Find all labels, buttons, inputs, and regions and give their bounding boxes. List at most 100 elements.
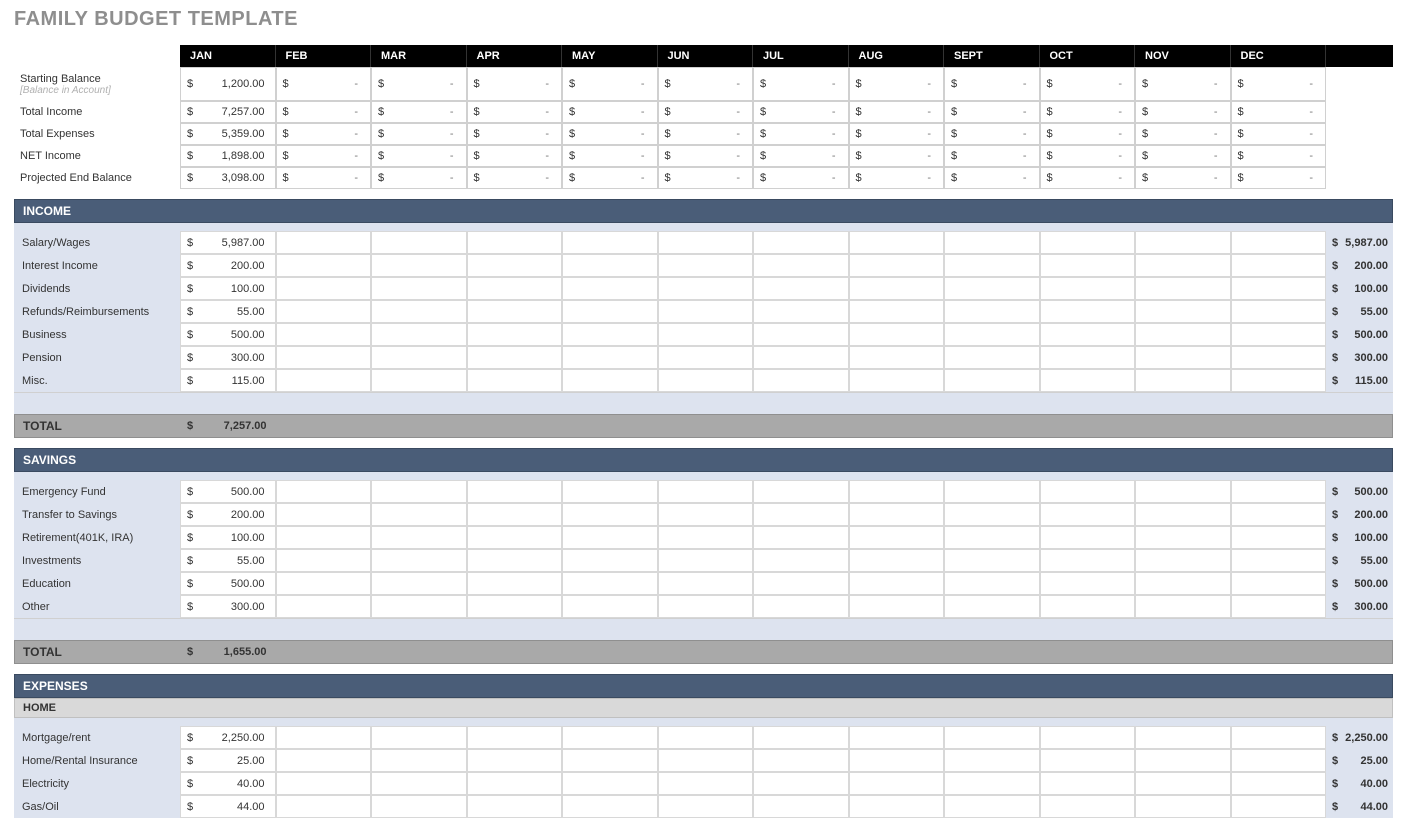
summary-cell[interactable]: $- [1135, 101, 1231, 123]
detail-cell[interactable] [1040, 480, 1136, 503]
detail-cell[interactable] [944, 795, 1040, 818]
detail-cell[interactable] [1040, 795, 1136, 818]
detail-cell[interactable] [849, 726, 945, 749]
detail-cell[interactable] [1231, 300, 1327, 323]
detail-cell[interactable] [849, 549, 945, 572]
detail-cell[interactable] [944, 749, 1040, 772]
detail-cell[interactable] [753, 323, 849, 346]
detail-cell[interactable] [467, 772, 563, 795]
summary-cell[interactable]: $- [467, 101, 563, 123]
detail-cell[interactable] [944, 300, 1040, 323]
detail-cell[interactable] [276, 323, 372, 346]
detail-cell[interactable] [658, 795, 754, 818]
summary-cell[interactable]: $- [849, 145, 945, 167]
detail-cell[interactable] [658, 231, 754, 254]
detail-cell[interactable] [371, 549, 467, 572]
detail-cell[interactable] [276, 503, 372, 526]
detail-cell[interactable] [1135, 795, 1231, 818]
detail-cell[interactable] [1135, 749, 1231, 772]
detail-cell[interactable]: $100.00 [180, 277, 276, 300]
detail-cell[interactable] [467, 323, 563, 346]
detail-cell[interactable] [371, 772, 467, 795]
detail-cell[interactable] [276, 231, 372, 254]
summary-cell[interactable]: $- [1135, 67, 1231, 101]
detail-cell[interactable] [562, 480, 658, 503]
summary-cell[interactable]: $- [849, 123, 945, 145]
detail-cell[interactable] [944, 323, 1040, 346]
detail-cell[interactable] [467, 346, 563, 369]
detail-cell[interactable] [1135, 254, 1231, 277]
detail-cell[interactable] [1040, 772, 1136, 795]
detail-cell[interactable] [467, 369, 563, 392]
detail-cell[interactable] [658, 595, 754, 618]
detail-cell[interactable] [1231, 726, 1327, 749]
detail-cell[interactable] [1231, 254, 1327, 277]
detail-cell[interactable] [944, 369, 1040, 392]
detail-cell[interactable] [562, 254, 658, 277]
detail-cell[interactable] [753, 795, 849, 818]
detail-cell[interactable] [849, 277, 945, 300]
detail-cell[interactable] [1231, 277, 1327, 300]
detail-cell[interactable] [944, 480, 1040, 503]
summary-cell[interactable]: $- [753, 67, 849, 101]
summary-cell[interactable]: $- [944, 101, 1040, 123]
summary-cell[interactable]: $1,200.00 [180, 67, 276, 101]
detail-cell[interactable] [658, 323, 754, 346]
detail-cell[interactable] [276, 346, 372, 369]
detail-cell[interactable] [1135, 526, 1231, 549]
detail-cell[interactable] [1135, 549, 1231, 572]
detail-cell[interactable] [753, 549, 849, 572]
summary-cell[interactable]: $- [658, 123, 754, 145]
detail-cell[interactable] [276, 572, 372, 595]
detail-cell[interactable] [658, 772, 754, 795]
detail-cell[interactable] [658, 300, 754, 323]
summary-cell[interactable]: $- [849, 67, 945, 101]
summary-cell[interactable]: $5,359.00 [180, 123, 276, 145]
detail-cell[interactable] [753, 503, 849, 526]
detail-cell[interactable] [1135, 346, 1231, 369]
summary-cell[interactable]: $3,098.00 [180, 167, 276, 189]
detail-cell[interactable] [1040, 323, 1136, 346]
detail-cell[interactable] [371, 572, 467, 595]
detail-cell[interactable] [371, 503, 467, 526]
detail-cell[interactable] [467, 595, 563, 618]
detail-cell[interactable]: $115.00 [180, 369, 276, 392]
detail-cell[interactable] [658, 572, 754, 595]
summary-cell[interactable]: $- [371, 123, 467, 145]
detail-cell[interactable] [753, 572, 849, 595]
detail-cell[interactable] [753, 231, 849, 254]
detail-cell[interactable] [1040, 595, 1136, 618]
detail-cell[interactable]: $200.00 [180, 254, 276, 277]
summary-cell[interactable]: $- [562, 101, 658, 123]
summary-cell[interactable]: $- [562, 67, 658, 101]
detail-cell[interactable] [1040, 549, 1136, 572]
detail-cell[interactable] [753, 480, 849, 503]
detail-cell[interactable] [1135, 572, 1231, 595]
summary-cell[interactable]: $- [944, 145, 1040, 167]
detail-cell[interactable] [371, 795, 467, 818]
summary-cell[interactable]: $- [371, 101, 467, 123]
summary-cell[interactable]: $- [276, 123, 372, 145]
detail-cell[interactable] [467, 726, 563, 749]
detail-cell[interactable] [371, 254, 467, 277]
summary-cell[interactable]: $- [276, 67, 372, 101]
detail-cell[interactable] [467, 277, 563, 300]
summary-cell[interactable]: $- [276, 101, 372, 123]
detail-cell[interactable] [658, 526, 754, 549]
detail-cell[interactable] [562, 526, 658, 549]
detail-cell[interactable] [944, 254, 1040, 277]
summary-cell[interactable]: $- [849, 167, 945, 189]
detail-cell[interactable] [944, 772, 1040, 795]
detail-cell[interactable] [753, 749, 849, 772]
summary-cell[interactable]: $- [371, 67, 467, 101]
summary-cell[interactable]: $- [1040, 145, 1136, 167]
detail-cell[interactable] [753, 726, 849, 749]
detail-cell[interactable] [467, 254, 563, 277]
detail-cell[interactable]: $55.00 [180, 549, 276, 572]
summary-cell[interactable]: $- [753, 123, 849, 145]
detail-cell[interactable] [562, 323, 658, 346]
detail-cell[interactable] [467, 480, 563, 503]
summary-cell[interactable]: $- [467, 145, 563, 167]
detail-cell[interactable] [371, 323, 467, 346]
detail-cell[interactable] [467, 526, 563, 549]
